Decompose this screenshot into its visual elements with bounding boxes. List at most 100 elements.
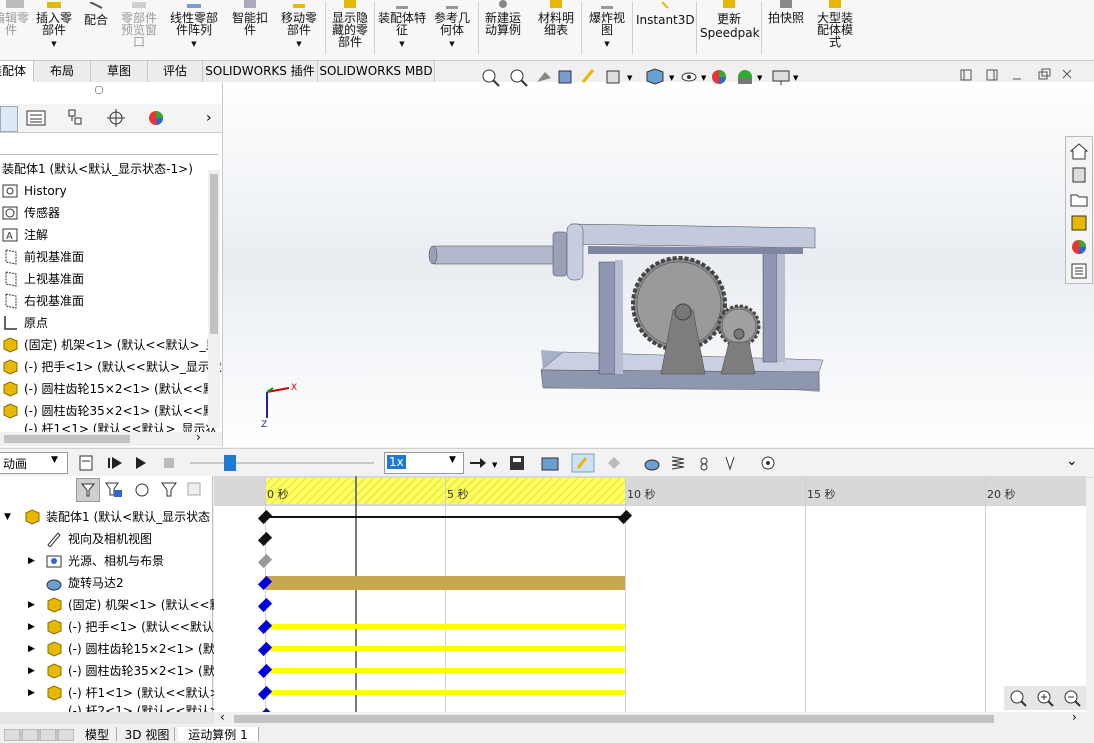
keypoint[interactable] [257,641,273,657]
motion-tree-item-part[interactable]: ▶ (固定) 机架<1> (默认<<默 [0,594,222,616]
chevron-right-icon[interactable]: › [196,430,201,444]
collapse-tree-icon[interactable] [187,482,201,496]
tab-assembly[interactable]: 装配体 [0,60,34,82]
chevron-left-icon[interactable]: ‹ [220,710,225,724]
playback-slider[interactable] [190,455,374,471]
pane-grip[interactable] [95,86,103,94]
tab-3d-views[interactable]: 3D 视图 [120,727,175,742]
graphics-area[interactable]: ▼ ▼ ▼ ▼ ▼ X Z [223,68,1094,447]
chevron-down-icon[interactable]: ▼ [378,38,426,50]
keypoint[interactable] [257,509,273,525]
chevron-right-icon[interactable]: ▶ [28,638,35,660]
mate-button[interactable]: 配合 [80,0,112,58]
linear-pattern-button[interactable]: 线性零部件阵列 ▼ [166,0,222,58]
take-snapshot-button[interactable]: 拍快照 [764,0,808,58]
home-icon[interactable] [1069,141,1089,161]
chevron-right-icon[interactable]: ▶ [28,682,35,704]
file-explorer-icon[interactable] [1069,189,1089,209]
chevron-down-icon[interactable]: ▼ [32,38,76,50]
keypoint[interactable] [617,509,633,525]
chevron-right-icon[interactable]: ▶ [28,660,35,682]
next-tab-icon[interactable] [39,729,57,741]
tab-solidworks-mbd[interactable]: SOLIDWORKS MBD [317,60,435,82]
tree-item-part[interactable]: (-) 圆柱齿轮35×2<1> (默认<<默 [2,400,215,422]
gravity-icon[interactable] [725,456,735,471]
edit-appearance-icon[interactable] [712,70,726,84]
chevron-down-icon[interactable]: ▼ [669,74,675,82]
tile-right-icon[interactable] [986,69,998,81]
tab-solidworks-addins[interactable]: SOLIDWORKS 插件 [202,60,318,82]
motor-icon[interactable] [644,459,660,471]
last-tab-icon[interactable] [57,729,74,741]
timeline-bar[interactable] [265,516,625,518]
chevron-down-icon[interactable]: ▼ [585,38,629,50]
motion-tree-item-part[interactable]: ▶ (-) 圆柱齿轮15×2<1> (默 [0,638,215,660]
chevron-right-icon[interactable]: ▶ [28,550,35,572]
component-preview-button[interactable]: 零部件预览窗口 [116,0,162,58]
chevron-down-icon[interactable]: ▼ [166,38,222,50]
tree-item-origin[interactable]: 原点 [2,312,48,334]
keypoint[interactable] [257,663,273,679]
feature-manager-tab[interactable] [0,106,18,132]
restore-icon[interactable] [1038,68,1051,80]
animation-wizard-icon[interactable] [541,457,559,471]
motor-timeline-bar[interactable] [265,576,625,590]
calculate-icon[interactable] [79,455,93,471]
previous-tab-icon[interactable] [21,729,39,741]
horizontal-scrollbar[interactable]: › [0,430,222,446]
exploded-view-button[interactable]: 爆炸视图 ▼ [585,0,629,58]
update-speedpak-button[interactable]: 更新Speedpak [700,0,760,58]
tab-model[interactable]: 模型 [78,727,117,742]
playback-speed-select[interactable]: 1x ▼ [384,452,464,474]
view-orientation-icon[interactable] [606,70,620,84]
zoom-area-icon[interactable] [510,69,528,87]
chevron-right-icon[interactable]: ▶ [28,616,35,638]
chevron-down-icon[interactable]: ▼ [51,455,58,465]
new-motion-study-button[interactable]: 新建运动算例 [481,0,525,58]
tree-item-part[interactable]: (-) 杆1<1> (默认<<默认>_显示状 [2,422,218,432]
dimxpert-icon[interactable] [106,109,126,127]
tab-motion-study[interactable]: 运动算例 1 [178,727,259,742]
motion-tree-root[interactable]: ▼ 装配体1 (默认<默认_显示状态 [4,506,210,528]
instant3d-button[interactable]: Instant3D [636,0,695,58]
show-hidden-components-button[interactable]: 显示隐藏的零部件 [328,0,372,58]
motion-tree-item-part[interactable]: (-) 杆2<1> (默认<<默认> [0,704,220,712]
part-timeline-bar[interactable] [265,690,625,695]
hide-show-items-icon[interactable] [681,72,697,82]
timeline-area[interactable]: 0 秒 5 秒 10 秒 15 秒 20 秒 [214,476,1086,723]
first-tab-icon[interactable] [4,729,21,741]
study-type-select[interactable]: 动画 ▼ [0,452,68,474]
smart-fasteners-button[interactable]: 智能扣件 [228,0,272,58]
tree-item-right-plane[interactable]: 右视基准面 [2,290,84,312]
apply-scene-icon[interactable] [738,70,752,84]
autokey-icon[interactable] [571,453,595,473]
zoom-to-fit-icon[interactable] [1010,690,1027,707]
chevron-down-icon[interactable]: ▼ [627,74,633,82]
previous-view-icon[interactable] [537,72,551,82]
stop-icon[interactable] [164,458,174,468]
motion-tree-item-part[interactable]: ▶ (-) 杆1<1> (默认<<默认> [0,682,220,704]
custom-properties-icon[interactable] [1069,261,1089,281]
time-bar[interactable] [355,476,357,712]
chevron-down-icon[interactable]: ⌄ [1066,453,1078,469]
large-assembly-mode-button[interactable]: 大型装配体模式 [812,0,858,58]
property-manager-icon[interactable] [26,110,46,126]
motion-tree-item-motor[interactable]: 旋转马达2 [0,572,124,594]
keypoint[interactable] [257,553,273,569]
chevron-down-icon[interactable]: ▼ [430,38,474,50]
chevron-right-icon[interactable]: ▶ [28,594,35,616]
mechanism-model[interactable] [423,202,843,402]
display-style-icon[interactable] [646,68,664,85]
reference-geometry-button[interactable]: 参考几何体 ▼ [430,0,474,58]
tree-item-history[interactable]: History [2,180,67,202]
contact-icon[interactable] [700,457,708,471]
motion-tree-item-part[interactable]: ▶ (-) 把手<1> (默认<<默认 [0,616,214,638]
tree-item-sensors[interactable]: 传感器 [2,202,60,224]
tab-evaluate[interactable]: 评估 [147,60,203,82]
tree-item-front-plane[interactable]: 前视基准面 [2,246,84,268]
configuration-manager-icon[interactable] [66,109,86,127]
zoom-to-fit-icon[interactable] [482,69,500,87]
tree-root[interactable]: 装配体1 (默认<默认_显示状态-1>) [2,158,193,180]
chevron-right-icon[interactable]: › [1072,710,1077,724]
tab-layout[interactable]: 布局 [33,60,91,82]
